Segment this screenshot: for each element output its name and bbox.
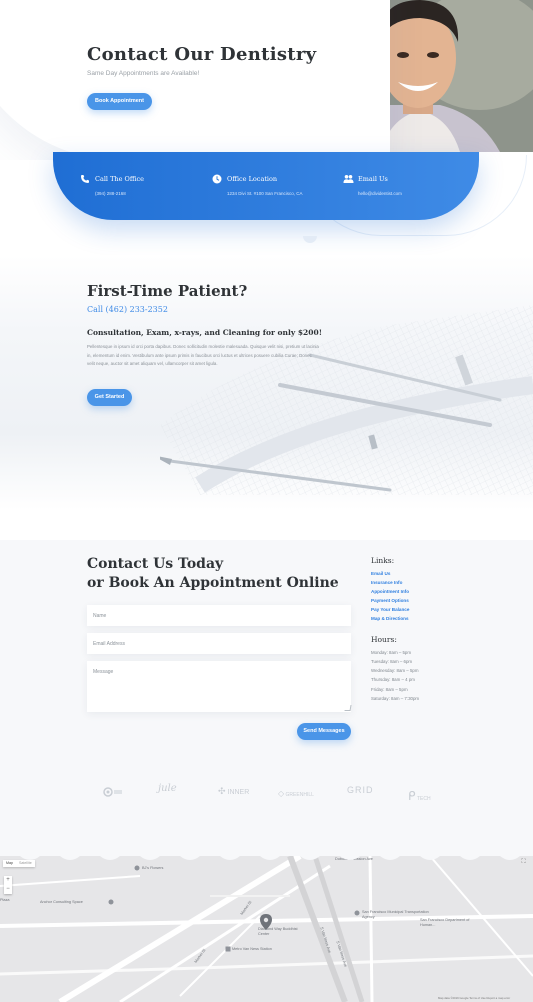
info-label: Office Location [227,175,278,183]
info-band: Call The Office (394) 288-2168 Office Lo… [53,152,479,220]
page-title: Contact Our Dentistry [87,44,317,65]
hero-section [0,0,533,160]
message-placeholder: Message [93,669,114,675]
zoom-in-icon[interactable]: + [4,876,12,885]
info-value: (394) 288-2168 [95,191,126,196]
send-messages-button[interactable]: Send Messages [297,723,351,740]
contact-title: Contact Us Today or Book An Appointment O… [87,555,339,593]
fullscreen-icon[interactable]: ⛶ [520,859,527,866]
contact-title-line2: or Book An Appointment Online [87,575,339,591]
first-time-body: Pellentesque in ipsum id orci porta dapi… [87,344,319,367]
links-heading: Links: [371,556,395,565]
partner-logo-jule: jule [158,783,177,794]
info-value: hello@dividentist.com [358,191,402,196]
partner-logo-gear [102,786,124,800]
clock-icon [212,174,222,184]
hours-item: Tuesday: 8am – 6pm [371,659,413,664]
poi-icon [354,910,360,916]
map[interactable]: BJ's Flowers Anchor Consulting Space Dia… [0,856,533,1002]
map-label-sf-dept: San Francisco Department of Human... [420,918,470,927]
map-label-anchor: Anchor Consulting Space [40,900,83,904]
hours-item: Thursday: 8am – 4 pm [371,677,415,682]
map-tab-satellite[interactable]: Satellite [16,860,35,867]
hours-item: Friday: 8am – 5pm [371,687,408,692]
hours-item: Wednesday: 8am – 5pm [371,668,419,673]
map-label-plaza: Plaza [0,898,10,902]
hero-subtitle: Same Day Appointments are Available! [87,70,200,77]
partner-logo-tech: ᑭ TECH [408,789,431,803]
message-field[interactable]: Message [87,661,351,712]
first-time-title: First-Time Patient? [87,282,248,300]
poi-icon [108,899,114,905]
dental-tools-image [160,305,533,495]
map-wave-edge [0,848,533,860]
info-value: 1234 Divi St. #100 San Francisco, CA [227,191,303,196]
tech-icon: ᑭ [408,789,416,803]
people-icon [343,174,354,184]
partner-logo-grid: GRID [347,785,374,795]
info-label: Call The Office [95,175,145,183]
link-insurance-info[interactable]: Insurance Info [371,580,402,585]
partner-logo-greenhill: ◇ GREENHILL [278,789,314,798]
contact-title-line1: Contact Us Today [87,556,224,572]
book-appointment-button[interactable]: Book Appointment [87,93,152,110]
phone-icon [80,174,90,184]
hours-heading: Hours: [371,635,397,644]
inner-logo-text: INNER [227,789,250,796]
greenhill-icon: ◇ [278,789,285,798]
map-footer[interactable]: Map data ©2019 Google Terms of Use Repor… [438,996,510,1000]
map-type-tabs: Map Satellite [3,860,35,867]
first-time-patient-section [0,255,533,510]
map-zoom-control: + − [4,876,12,894]
first-time-phone-link[interactable]: Call (462) 233-2352 [87,305,168,314]
link-email-us[interactable]: Email Us [371,571,390,576]
map-pin-icon[interactable] [260,914,272,930]
inner-icon: ✣ [218,786,226,796]
zoom-out-icon[interactable]: − [4,885,12,894]
hero-curve [0,0,390,160]
resize-handle[interactable] [344,705,352,711]
hours-item: Monday: 8am – 5pm [371,650,412,655]
link-appointment-info[interactable]: Appointment Info [371,589,409,594]
decorative-half-circle [303,236,317,243]
greenhill-logo-text: GREENHILL [285,792,314,798]
link-map-directions[interactable]: Map & Directions [371,616,409,621]
info-label: Email Us [358,175,388,183]
tech-logo-text: TECH [416,796,431,802]
partner-logo-inner: ✣ INNER [218,786,249,797]
email-placeholder: Email Address [93,641,125,647]
map-label-metro: Metro Van Ness Station [232,947,272,951]
map-tab-map[interactable]: Map [3,860,16,867]
get-started-button[interactable]: Get Started [87,389,132,406]
name-placeholder: Name [93,613,107,619]
name-field[interactable]: Name [87,605,351,626]
email-field[interactable]: Email Address [87,633,351,654]
link-payment-options[interactable]: Payment Options [371,598,409,603]
transit-icon [225,946,231,952]
hours-item: Saturday: 8am – 7:30pm [371,696,420,701]
link-pay-your-balance[interactable]: Pay Your Balance [371,607,409,612]
first-time-offer: Consultation, Exam, x-rays, and Cleaning… [87,328,322,337]
